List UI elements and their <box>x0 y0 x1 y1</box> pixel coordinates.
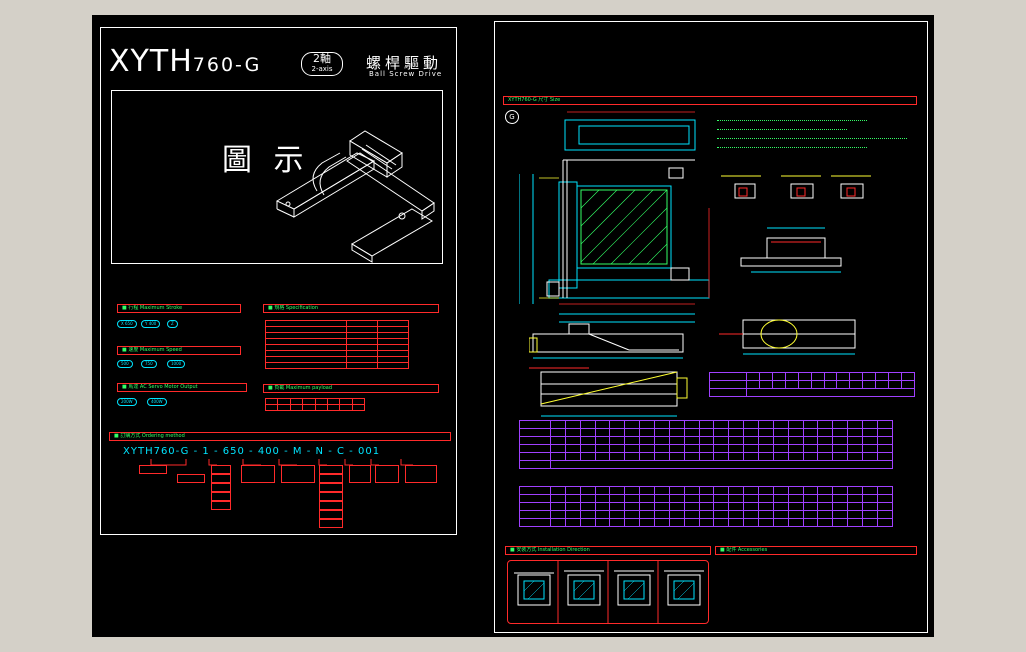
drive-en: Ball Screw Drive <box>369 70 443 78</box>
order-code-model: XYTH760-G <box>123 446 190 457</box>
section-accessories: ■ 配件 Accessories <box>715 546 917 555</box>
order-box-c <box>375 465 399 483</box>
order-box-y-stroke <box>281 465 315 483</box>
order-box-motor-opt-4 <box>319 501 343 510</box>
order-code-x-stroke: 650 <box>222 446 245 457</box>
order-code-c: C <box>337 446 345 457</box>
section-specification: ■ 規格 Specification <box>263 304 439 313</box>
order-code-y-stroke: 400 <box>257 446 280 457</box>
model-title: XYTH760-G <box>109 44 261 79</box>
length-table-small <box>709 372 915 397</box>
order-box-axis-opt-3 <box>211 492 231 501</box>
order-box-motor-opt-3 <box>319 492 343 501</box>
left-page-frame: XYTH760-G 2軸 2-axis 螺桿驅動 Ball Screw Driv… <box>100 27 457 535</box>
order-code-axis: 1 <box>202 446 210 457</box>
notes-block <box>717 114 917 150</box>
section-ordering: ■ 訂購方式 Ordering method <box>109 432 451 441</box>
gantry-isometric-drawing <box>275 130 435 263</box>
side-view-drawing <box>529 367 688 417</box>
top-view-drawing <box>519 111 710 323</box>
order-code-motor: M <box>292 446 303 457</box>
specification-table <box>265 320 409 369</box>
order-box-motor-opt-1 <box>319 474 343 483</box>
install-orientations-drawing <box>514 561 704 623</box>
speed-option-3: 1000 <box>167 360 186 368</box>
figure-box: 圖 示 <box>111 90 443 264</box>
order-box-axis <box>211 465 231 474</box>
motor-option-2: 400W <box>147 398 167 406</box>
section-installation: ■ 安裝方式 Installation Direction <box>505 546 711 555</box>
section-size: XYTH760-G 尺寸 Size <box>503 96 917 105</box>
order-code-n: N <box>315 446 325 457</box>
drawing-sheet: XYTH760-G 2軸 2-axis 螺桿驅動 Ball Screw Driv… <box>92 15 934 637</box>
stroke-table-y <box>519 486 894 527</box>
section-speed: ■ 速度 Maximum Speed <box>117 346 241 355</box>
order-box-motor-opt-5 <box>319 510 343 519</box>
order-box-axis-opt-1 <box>211 474 231 483</box>
axis-en: 2-axis <box>311 65 333 73</box>
order-box-motor-opt-6 <box>319 519 343 528</box>
order-box-motor <box>319 465 343 474</box>
order-box-axis-opt-2 <box>211 483 231 492</box>
stroke-option-2: Y 400 <box>141 320 161 328</box>
speed-option-2: 750 <box>141 360 157 368</box>
detail-marker: G <box>505 110 519 124</box>
order-box-x-stroke <box>241 465 275 483</box>
model-suffix: 760-G <box>192 54 262 76</box>
motor-option-1: 200W <box>117 398 137 406</box>
order-box-model <box>139 465 167 474</box>
front-view-drawing <box>529 323 684 359</box>
profile-sections-drawing <box>721 175 871 273</box>
stroke-option-1: X 650 <box>117 320 137 328</box>
section-stroke: ■ 行程 Maximum Stroke <box>117 304 241 313</box>
order-box-type <box>177 474 205 483</box>
order-code: XYTH760-G - 1 - 650 - 400 - M - N - C - … <box>123 446 381 457</box>
order-box-suffix <box>405 465 437 483</box>
right-page-frame: XYTH760-G 尺寸 Size G ■ 安裝方式 Installation … <box>494 21 928 633</box>
order-box-axis-opt-4 <box>211 501 231 510</box>
install-panel <box>507 560 709 624</box>
stroke-option-3: Z <box>167 320 178 328</box>
speed-option-1: 500 <box>117 360 133 368</box>
model-name: XYTH <box>109 44 193 79</box>
order-code-suffix: 001 <box>357 446 381 457</box>
stroke-table-x <box>519 420 894 469</box>
axis-cn: 2軸 <box>313 52 331 65</box>
order-box-n <box>349 465 371 483</box>
axis-badge: 2軸 2-axis <box>301 52 343 76</box>
end-view-drawing <box>719 319 856 355</box>
order-box-motor-opt-2 <box>319 483 343 492</box>
section-motor: ■ 馬達 AC Servo Motor Output <box>117 383 247 392</box>
section-payload: ■ 負載 Maximum payload <box>263 384 439 393</box>
payload-table <box>264 398 366 411</box>
